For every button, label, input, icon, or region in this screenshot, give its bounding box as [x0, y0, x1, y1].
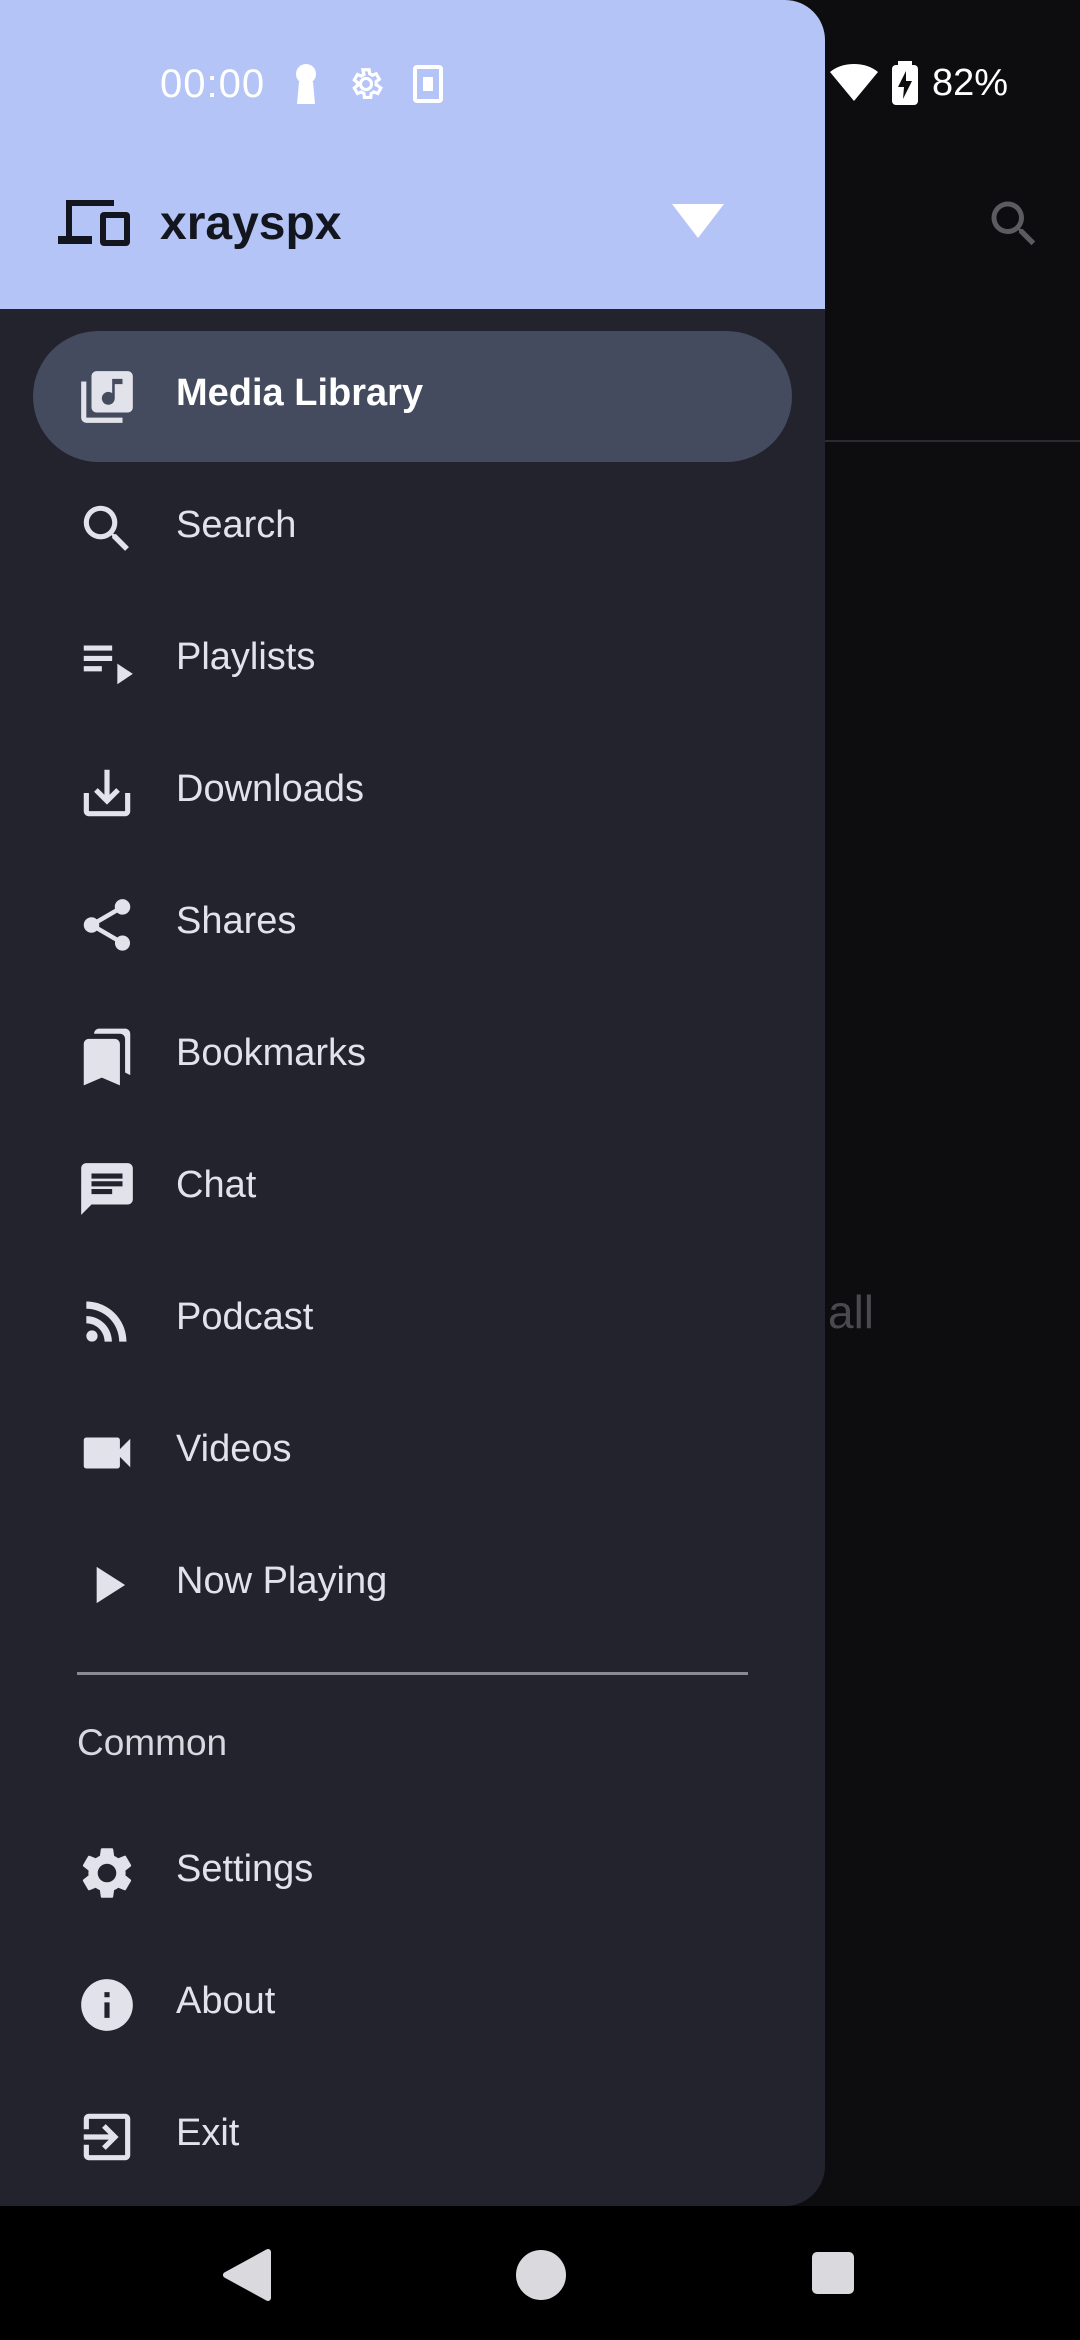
menu-item-label: Podcast: [176, 1296, 314, 1338]
devices-icon: [58, 200, 130, 246]
menu-item-exit[interactable]: Exit: [0, 2070, 825, 2202]
download-icon: [83, 769, 131, 817]
menu-item-search[interactable]: Search: [0, 462, 825, 594]
recents-icon[interactable]: [790, 2230, 880, 2320]
menu-item-label: Exit: [176, 2112, 240, 2154]
menu-item-videos[interactable]: Videos: [0, 1386, 825, 1518]
main-menu: Media Library Search Playlists Downloads: [0, 330, 825, 1650]
rss-feed-icon: [86, 1301, 127, 1342]
play-arrow-icon: [96, 1566, 126, 1604]
menu-item-label: Playlists: [176, 636, 316, 678]
info-icon: [81, 1979, 133, 2031]
status-time: 00:00: [160, 61, 266, 106]
background-divider: [825, 440, 1080, 442]
battery-percent: 82%: [932, 61, 1009, 104]
account-switcher[interactable]: xrayspx: [0, 180, 825, 266]
background-partial-text: all: [828, 1286, 875, 1338]
navigation-drawer: 00:00 xrayspx Media Library Search Playl…: [0, 0, 825, 2206]
menu-item-label: Videos: [176, 1428, 292, 1470]
bookmarks-icon: [83, 1028, 131, 1086]
search-icon: [83, 505, 129, 551]
library-music-icon: [81, 371, 133, 423]
settings-gear-icon: [352, 68, 384, 100]
section-title-common: Common: [77, 1722, 228, 1763]
exit-icon: [83, 2113, 131, 2161]
section-divider: [77, 1672, 748, 1675]
menu-item-playlists[interactable]: Playlists: [0, 594, 825, 726]
menu-item-about[interactable]: About: [0, 1938, 825, 2070]
menu-item-now-playing[interactable]: Now Playing: [0, 1518, 825, 1650]
wifi-icon: [830, 64, 878, 101]
menu-item-chat[interactable]: Chat: [0, 1122, 825, 1254]
status-bar-right: 82%: [830, 50, 1008, 116]
back-icon[interactable]: [200, 2230, 290, 2320]
menu-item-label: Settings: [176, 1848, 314, 1890]
menu-item-label: Chat: [176, 1164, 257, 1206]
playlist-play-icon: [83, 645, 133, 685]
menu-item-podcast[interactable]: Podcast: [0, 1254, 825, 1386]
key-icon: [296, 64, 317, 104]
menu-item-label: Shares: [176, 900, 297, 942]
home-icon[interactable]: [496, 2230, 586, 2320]
account-name: xrayspx: [160, 197, 342, 250]
menu-item-shares[interactable]: Shares: [0, 858, 825, 990]
menu-item-label: Now Playing: [176, 1560, 388, 1602]
search-icon[interactable]: [984, 194, 1044, 254]
menu-item-label: Search: [176, 504, 297, 546]
drawer-header: 00:00 xrayspx: [0, 0, 825, 309]
sim-card-icon: [413, 65, 444, 103]
videocam-icon: [83, 1437, 131, 1469]
status-bar-left: 00:00: [160, 52, 444, 116]
chat-icon: [81, 1163, 133, 1215]
system-navigation-bar: [0, 2206, 1080, 2340]
menu-item-label: About: [176, 1980, 276, 2022]
menu-item-downloads[interactable]: Downloads: [0, 726, 825, 858]
battery-charging-icon: [892, 61, 918, 105]
settings-icon: [82, 1848, 132, 1898]
menu-item-settings[interactable]: Settings: [0, 1806, 825, 1938]
common-menu: Settings About Exit: [0, 1806, 825, 2202]
menu-item-label: Downloads: [176, 768, 364, 810]
menu-item-label: Media Library: [176, 372, 424, 414]
dropdown-arrow-icon[interactable]: [672, 204, 724, 238]
menu-item-bookmarks[interactable]: Bookmarks: [0, 990, 825, 1122]
menu-item-label: Bookmarks: [176, 1032, 367, 1074]
share-icon: [83, 899, 131, 951]
menu-item-media-library[interactable]: Media Library: [0, 330, 825, 462]
